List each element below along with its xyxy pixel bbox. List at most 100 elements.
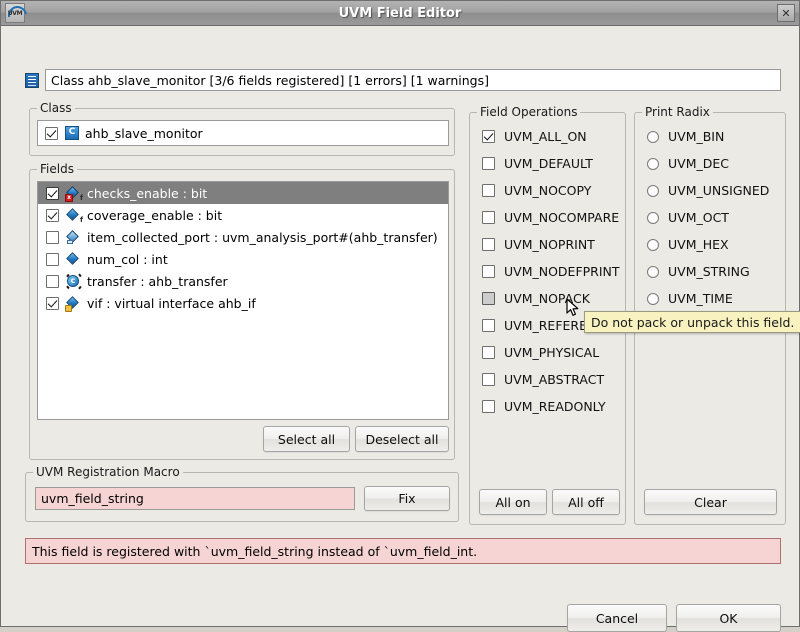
status-text: Class ahb_slave_monitor [3/6 fields regi…: [45, 69, 781, 91]
radio-button[interactable]: [647, 131, 659, 143]
radio-button[interactable]: [647, 266, 659, 278]
field-protected-icon: [66, 296, 81, 311]
option-label: UVM_PHYSICAL: [504, 345, 599, 360]
option-label: UVM_BIN: [668, 129, 724, 144]
radio-item-bin[interactable]: UVM_BIN: [635, 123, 785, 150]
class-name-label: ahb_slave_monitor: [85, 126, 203, 141]
macro-group-legend: UVM Registration Macro: [33, 465, 183, 479]
radio-item-oct[interactable]: UVM_OCT: [635, 204, 785, 231]
window-title: UVM Field Editor: [1, 6, 799, 21]
checkbox[interactable]: [482, 130, 495, 143]
option-label: UVM_NOCOPY: [504, 183, 591, 198]
checkbox-item-physical[interactable]: UVM_PHYSICAL: [470, 339, 625, 366]
field-label: vif : virtual interface ahb_if: [87, 296, 256, 311]
field-label: checks_enable : bit: [87, 186, 207, 201]
clear-button[interactable]: Clear: [644, 489, 777, 515]
radio-button[interactable]: [647, 158, 659, 170]
tooltip: Do not pack or unpack this field.: [584, 311, 800, 333]
macro-input[interactable]: uvm_field_string: [35, 487, 355, 510]
radio-button[interactable]: [647, 239, 659, 251]
close-icon[interactable]: ✕: [777, 4, 795, 22]
table-row[interactable]: vif : virtual interface ahb_if: [38, 292, 448, 314]
field-label: num_col : int: [87, 252, 168, 267]
class-group-legend: Class: [37, 101, 75, 115]
field-checkbox[interactable]: [46, 297, 59, 310]
error-message-bar: This field is registered with `uvm_field…: [25, 538, 781, 564]
table-row[interactable]: item_collected_port : uvm_analysis_port#…: [38, 226, 448, 248]
deselect-all-button[interactable]: Deselect all: [355, 426, 449, 452]
all-on-button[interactable]: All on: [479, 489, 547, 515]
table-row[interactable]: f coverage_enable : bit: [38, 204, 448, 226]
title-bar: UVM UVM Field Editor ✕: [1, 1, 799, 26]
option-label: UVM_HEX: [668, 237, 729, 252]
checkbox[interactable]: [482, 400, 495, 413]
field-label: item_collected_port : uvm_analysis_port#…: [87, 230, 438, 245]
table-row[interactable]: c transfer : ahb_transfer: [38, 270, 448, 292]
option-label: UVM_STRING: [668, 264, 750, 279]
uvm-logo-text: UVM: [8, 10, 23, 17]
field-checkbox[interactable]: [46, 275, 59, 288]
radio-button[interactable]: [647, 293, 659, 305]
fields-list[interactable]: xf checks_enable : bit f coverage_enable…: [37, 181, 449, 420]
field-operations-list: UVM_ALL_ON UVM_DEFAULT UVM_NOCOPY UVM_NO…: [470, 123, 625, 420]
status-row: Class ahb_slave_monitor [3/6 fields regi…: [25, 68, 781, 92]
field-checkbox[interactable]: [46, 187, 59, 200]
checkbox-item-readonly[interactable]: UVM_READONLY: [470, 393, 625, 420]
field-port-icon: [66, 230, 81, 245]
field-checkbox[interactable]: [46, 209, 59, 222]
option-label: UVM_NOPACK: [504, 291, 590, 306]
checkbox-item-noprint[interactable]: UVM_NOPRINT: [470, 231, 625, 258]
field-checkbox[interactable]: [46, 231, 59, 244]
all-off-button[interactable]: All off: [552, 489, 620, 515]
checkbox-item-nocompare[interactable]: UVM_NOCOMPARE: [470, 204, 625, 231]
option-label: UVM_OCT: [668, 210, 729, 225]
checkbox[interactable]: [482, 184, 495, 197]
option-label: UVM_NODEFPRINT: [504, 264, 620, 279]
table-row[interactable]: num_col : int: [38, 248, 448, 270]
field-checkbox[interactable]: [46, 253, 59, 266]
class-icon: [65, 126, 79, 140]
class-instance-icon: c: [66, 274, 81, 289]
class-checkbox[interactable]: [45, 127, 58, 140]
field-label: transfer : ahb_transfer: [87, 274, 228, 289]
radio-item-string[interactable]: UVM_STRING: [635, 258, 785, 285]
checkbox[interactable]: [482, 319, 495, 332]
checkbox[interactable]: [482, 238, 495, 251]
checkbox[interactable]: [482, 211, 495, 224]
radio-button[interactable]: [647, 212, 659, 224]
class-entry-row[interactable]: ahb_slave_monitor: [37, 120, 449, 146]
checkbox[interactable]: [482, 346, 495, 359]
option-label: UVM_TIME: [668, 291, 733, 306]
checkbox-item-default[interactable]: UVM_DEFAULT: [470, 150, 625, 177]
dialog-content: Class ahb_slave_monitor [3/6 fields regi…: [1, 26, 799, 626]
table-row[interactable]: xf checks_enable : bit: [38, 182, 448, 204]
select-all-button[interactable]: Select all: [263, 426, 350, 452]
option-label: UVM_NOPRINT: [504, 237, 595, 252]
uvm-field-editor-window: UVM UVM Field Editor ✕ Class ahb_slave_m…: [0, 0, 800, 627]
option-label: UVM_NOCOMPARE: [504, 210, 619, 225]
radio-item-unsigned[interactable]: UVM_UNSIGNED: [635, 177, 785, 204]
fix-button[interactable]: Fix: [364, 486, 450, 511]
checkbox-item-nodefprint[interactable]: UVM_NODEFPRINT: [470, 258, 625, 285]
option-label: UVM_ALL_ON: [504, 129, 587, 144]
fields-group: Fields xf checks_enable : bit f coverage…: [29, 169, 455, 460]
checkbox-item-all-on[interactable]: UVM_ALL_ON: [470, 123, 625, 150]
checkbox[interactable]: [482, 265, 495, 278]
uvm-logo-icon: UVM: [5, 3, 25, 23]
radio-item-hex[interactable]: UVM_HEX: [635, 231, 785, 258]
radio-button[interactable]: [647, 185, 659, 197]
checkbox-item-nocopy[interactable]: UVM_NOCOPY: [470, 177, 625, 204]
checkbox-item-abstract[interactable]: UVM_ABSTRACT: [470, 366, 625, 393]
checkbox-item-nopack[interactable]: UVM_NOPACK: [470, 285, 625, 312]
print-radix-legend: Print Radix: [642, 105, 713, 119]
ok-button[interactable]: OK: [676, 604, 781, 632]
checkbox[interactable]: [482, 157, 495, 170]
radio-item-time[interactable]: UVM_TIME: [635, 285, 785, 312]
radio-item-dec[interactable]: UVM_DEC: [635, 150, 785, 177]
cancel-button[interactable]: Cancel: [567, 604, 667, 632]
field-error-icon: xf: [66, 186, 81, 201]
class-group: Class ahb_slave_monitor: [29, 108, 455, 156]
checkbox[interactable]: [482, 373, 495, 386]
checkbox[interactable]: [482, 292, 495, 305]
option-label: UVM_DEC: [668, 156, 729, 171]
